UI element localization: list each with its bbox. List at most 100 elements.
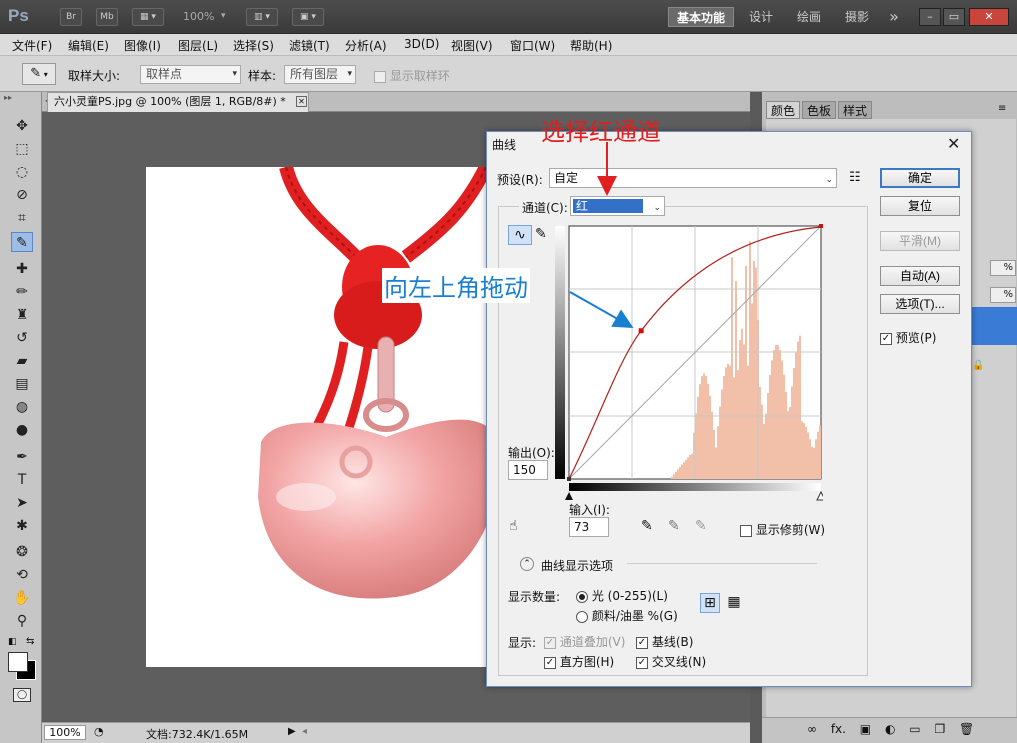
collapse-panel-icon[interactable]: ▸▸: [4, 93, 12, 102]
eyedropper-tool-icon[interactable]: ✎: [11, 232, 33, 252]
menu-image[interactable]: 图像(I): [124, 37, 161, 54]
3d-orbit-tool-icon[interactable]: ⟲: [11, 565, 33, 585]
swap-colors-icon[interactable]: ⇆: [26, 636, 34, 647]
menu-analysis[interactable]: 分析(A): [345, 37, 387, 54]
sample-size-select[interactable]: 取样点 ▾: [140, 65, 241, 84]
quick-selection-tool-icon[interactable]: ⊘: [11, 185, 33, 205]
light-radio[interactable]: 光 (0-255)(L): [576, 587, 668, 604]
hand-tool-icon[interactable]: ✋: [11, 588, 33, 608]
workspace-design[interactable]: 设计: [740, 7, 782, 27]
targeted-adjustment-icon[interactable]: ☝: [509, 518, 518, 534]
reset-button[interactable]: 复位: [880, 196, 960, 216]
crop-tool-icon[interactable]: ⌗: [11, 208, 33, 228]
shape-tool-icon[interactable]: ✱: [11, 516, 33, 536]
bridge-button[interactable]: Br: [60, 8, 82, 26]
brush-tool-icon[interactable]: ✏: [11, 282, 33, 302]
blur-tool-icon[interactable]: ◍: [11, 397, 33, 417]
gray-eyedropper-icon[interactable]: ✎: [668, 518, 680, 534]
arrange-documents-button[interactable]: ▥ ▾: [246, 8, 278, 26]
collapse-options-icon[interactable]: ⌃: [520, 557, 534, 571]
scroll-left-icon[interactable]: ◂: [302, 726, 307, 737]
lasso-tool-icon[interactable]: ◌: [11, 162, 33, 182]
healing-brush-tool-icon[interactable]: ✚: [11, 259, 33, 279]
history-brush-tool-icon[interactable]: ↺: [11, 328, 33, 348]
zoom-tool-icon[interactable]: ⚲: [11, 611, 33, 631]
screen-mode-button[interactable]: ▣ ▾: [292, 8, 324, 26]
marquee-tool-icon[interactable]: ⬚: [11, 139, 33, 159]
3d-rotate-tool-icon[interactable]: ❂: [11, 542, 33, 562]
menu-3d[interactable]: 3D(D): [404, 37, 439, 51]
workspace-photography[interactable]: 摄影: [836, 7, 878, 27]
channel-overlay-checkbox[interactable]: ✓ 通道叠加(V): [544, 633, 625, 650]
sample-select[interactable]: 所有图层 ▾: [284, 65, 356, 84]
type-tool-icon[interactable]: T: [11, 470, 33, 490]
workspace-painting[interactable]: 绘画: [788, 7, 830, 27]
foreground-color-swatch[interactable]: [8, 652, 28, 672]
white-eyedropper-icon[interactable]: ✎: [695, 518, 707, 534]
menu-layer[interactable]: 图层(L): [178, 37, 218, 54]
output-field[interactable]: 150: [508, 460, 548, 480]
tool-preset-picker[interactable]: ✎ ▾: [22, 63, 56, 85]
move-tool-icon[interactable]: ✥: [11, 116, 33, 136]
close-tab-icon[interactable]: ✕: [296, 96, 307, 107]
intersection-line-checkbox[interactable]: ✓ 交叉线(N): [636, 653, 706, 670]
trash-icon[interactable]: 🗑: [959, 722, 974, 736]
menu-window[interactable]: 窗口(W): [510, 37, 555, 54]
black-slider[interactable]: [565, 492, 573, 500]
default-colors-icon[interactable]: ◧: [8, 637, 17, 647]
show-sampling-ring-checkbox[interactable]: 显示取样环: [374, 67, 450, 84]
close-window-button[interactable]: ✕: [969, 8, 1009, 26]
workspace-essentials[interactable]: 基本功能: [668, 7, 734, 27]
channel-select[interactable]: 红 ⌄: [570, 196, 665, 216]
input-field[interactable]: 73: [569, 517, 609, 537]
adjustment-layer-icon[interactable]: ◐: [885, 722, 895, 736]
document-tab[interactable]: 六小灵童PS.jpg @ 100% (图层 1, RGB/8#) * ✕: [47, 92, 309, 112]
menu-file[interactable]: 文件(F): [12, 37, 52, 54]
options-button[interactable]: 选项(T)...: [880, 294, 960, 314]
menu-edit[interactable]: 编辑(E): [68, 37, 109, 54]
menu-filter[interactable]: 滤镜(T): [289, 37, 330, 54]
minimize-button[interactable]: –: [919, 8, 941, 26]
preset-options-icon[interactable]: ☷: [849, 170, 861, 185]
gradient-tool-icon[interactable]: ▤: [11, 374, 33, 394]
show-clipping-checkbox[interactable]: 显示修剪(W): [740, 521, 825, 538]
eraser-tool-icon[interactable]: ▰: [11, 351, 33, 371]
fx-icon[interactable]: fx.: [831, 722, 846, 736]
new-group-icon[interactable]: ▭: [909, 722, 920, 736]
simple-grid-icon[interactable]: ⊞: [700, 593, 720, 613]
pencil-icon[interactable]: ✎: [535, 226, 547, 242]
smooth-button[interactable]: 平滑(M): [880, 231, 960, 251]
mini-bridge-button[interactable]: Mb: [96, 8, 118, 26]
maximize-button[interactable]: ▭: [943, 8, 965, 26]
new-layer-icon[interactable]: ❐: [934, 722, 945, 736]
curve-edit-icon[interactable]: ∿: [508, 225, 532, 245]
selected-layer-row[interactable]: [972, 307, 1017, 345]
ok-button[interactable]: 确定: [880, 168, 960, 188]
percent-field[interactable]: %: [990, 260, 1016, 276]
detailed-grid-icon[interactable]: ▦: [724, 593, 744, 613]
link-layers-icon[interactable]: ∞: [807, 722, 817, 736]
tab-swatches[interactable]: 色板: [802, 101, 837, 119]
tab-styles[interactable]: 样式: [838, 101, 873, 119]
menu-select[interactable]: 选择(S): [233, 37, 274, 54]
curve-graph[interactable]: [555, 224, 823, 502]
black-point[interactable]: [567, 477, 571, 481]
status-menu-arrow-icon[interactable]: ▶: [288, 726, 296, 737]
add-mask-icon[interactable]: ▣: [860, 722, 871, 736]
layer-lock-icon[interactable]: 🔒: [972, 360, 984, 371]
zoom-field[interactable]: 100%: [44, 725, 86, 740]
zoom-dropdown-icon[interactable]: ▾: [221, 11, 226, 21]
clone-stamp-tool-icon[interactable]: ♜: [11, 305, 33, 325]
quick-mask-icon[interactable]: ◯: [13, 688, 31, 702]
zoom-level[interactable]: 100%: [183, 10, 214, 23]
white-slider[interactable]: [816, 490, 823, 501]
pen-tool-icon[interactable]: ✒: [11, 447, 33, 467]
status-options-icon[interactable]: ◔: [94, 725, 104, 738]
dodge-tool-icon[interactable]: ●: [11, 420, 33, 440]
more-workspaces-icon[interactable]: »: [882, 7, 906, 27]
preview-checkbox[interactable]: ✓ 预览(P): [880, 329, 936, 346]
histogram-checkbox[interactable]: ✓ 直方图(H): [544, 653, 614, 670]
close-icon[interactable]: ✕: [947, 134, 960, 153]
tab-color[interactable]: 颜色: [766, 101, 801, 119]
panel-menu-icon[interactable]: ≡: [998, 103, 1006, 114]
